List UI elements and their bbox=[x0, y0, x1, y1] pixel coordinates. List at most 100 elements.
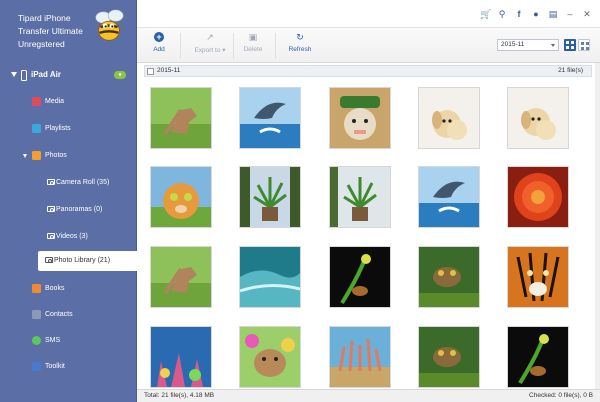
delete-label: Delete bbox=[243, 46, 263, 53]
photo-thumbnail[interactable] bbox=[150, 87, 212, 149]
sidebar-item-playlists[interactable]: Playlists bbox=[0, 118, 137, 140]
photo-thumbnail[interactable] bbox=[239, 246, 301, 308]
playlist-icon bbox=[32, 124, 41, 133]
feedback-icon[interactable]: ▤ bbox=[548, 9, 558, 19]
photo-thumbnail[interactable] bbox=[239, 87, 301, 149]
sidebar-item-label: Media bbox=[45, 98, 65, 105]
toolkit-icon bbox=[32, 362, 41, 371]
minimize-icon[interactable]: – bbox=[565, 9, 575, 19]
toolbar-divider bbox=[233, 33, 234, 59]
photo-thumbnail[interactable] bbox=[507, 326, 569, 388]
brand-text: Tipard iPhone Transfer Ultimate Unregste… bbox=[18, 12, 83, 51]
group-date: 2015-11 bbox=[157, 67, 181, 74]
sidebar-item-label: Contacts bbox=[45, 311, 73, 318]
sidebar-item-videos[interactable]: Videos (3) bbox=[0, 226, 137, 248]
photo-thumbnail[interactable] bbox=[329, 166, 391, 228]
photo-thumbnail[interactable] bbox=[507, 87, 569, 149]
export-label: Export to bbox=[194, 47, 221, 54]
sidebar-item-label: Photos bbox=[45, 152, 67, 159]
sidebar-item-toolkit[interactable]: Toolkit bbox=[0, 356, 137, 378]
registration-status[interactable]: Unregstered bbox=[18, 38, 83, 51]
device-badge-icon: ● bbox=[114, 71, 126, 79]
expand-arrow-icon[interactable] bbox=[23, 154, 27, 158]
sidebar-item-sms[interactable]: SMS bbox=[0, 330, 137, 352]
sidebar-item-label: Videos (3) bbox=[56, 233, 88, 240]
camera-icon bbox=[47, 233, 55, 239]
chat-icon[interactable]: ● bbox=[531, 9, 541, 19]
plus-icon: + bbox=[154, 32, 164, 42]
app-name-line1: Tipard iPhone bbox=[18, 13, 71, 23]
photos-icon bbox=[32, 151, 41, 160]
toolbar-divider bbox=[180, 33, 181, 59]
photo-thumbnail[interactable] bbox=[418, 246, 480, 308]
toolbar-divider bbox=[275, 33, 276, 59]
export-button[interactable]: ↗ Export to ▾ bbox=[190, 31, 230, 61]
sidebar-item-label: SMS bbox=[45, 337, 61, 344]
app-name-line2: Transfer Ultimate bbox=[18, 26, 83, 36]
photo-thumbnail[interactable] bbox=[507, 166, 569, 228]
photo-thumbnail[interactable] bbox=[239, 166, 301, 228]
facebook-icon[interactable]: f bbox=[514, 9, 524, 19]
sidebar-item-label: Books bbox=[45, 285, 65, 292]
export-icon: ↗ bbox=[206, 32, 214, 42]
sidebar-item-camera-roll[interactable]: Camera Roll (35) bbox=[0, 172, 137, 194]
photo-thumbnail[interactable] bbox=[329, 87, 391, 149]
sidebar-item-media[interactable]: Media bbox=[0, 91, 137, 113]
photo-thumbnail[interactable] bbox=[418, 166, 480, 228]
photo-thumbnail[interactable] bbox=[418, 87, 480, 149]
sidebar-item-photo-library[interactable]: Photo Library (21) bbox=[38, 251, 137, 271]
device-name: iPad Air bbox=[31, 70, 61, 79]
group-header: 2015-11 21 file(s) bbox=[144, 65, 592, 77]
sms-icon bbox=[32, 336, 41, 345]
sidebar-item-contacts[interactable]: Contacts bbox=[0, 304, 137, 326]
group-count: 21 file(s) bbox=[558, 67, 583, 74]
camera-icon bbox=[47, 206, 55, 212]
grid-view-icon[interactable] bbox=[564, 39, 576, 51]
refresh-button[interactable]: ↻ Refresh bbox=[285, 31, 315, 61]
date-filter-select[interactable]: 2015-11 bbox=[497, 39, 559, 51]
title-bar-icons: 🛒 ⚲ f ● ▤ – ✕ bbox=[480, 8, 592, 20]
sidebar-item-label: Camera Roll (35) bbox=[56, 179, 110, 186]
camera-icon bbox=[47, 179, 55, 185]
status-bar: Total: 21 file(s), 4.18 MB Checked: 0 fi… bbox=[137, 389, 600, 402]
photo-thumbnail[interactable] bbox=[507, 246, 569, 308]
title-bar: 🛒 ⚲ f ● ▤ – ✕ bbox=[137, 0, 600, 28]
collapse-arrow-icon[interactable] bbox=[11, 72, 17, 77]
refresh-label: Refresh bbox=[288, 46, 312, 53]
close-icon[interactable]: ✕ bbox=[582, 9, 592, 19]
checked-status: Checked: 0 file(s), 0 B bbox=[529, 392, 593, 399]
sidebar: Tipard iPhone Transfer Ultimate Unregste… bbox=[0, 0, 137, 402]
device-row[interactable]: iPad Air ● bbox=[0, 64, 137, 88]
sidebar-item-label: Panoramas (0) bbox=[56, 206, 103, 213]
photo-thumbnail[interactable] bbox=[150, 246, 212, 308]
sidebar-item-books[interactable]: Books bbox=[0, 278, 137, 300]
trash-icon: ▣ bbox=[248, 32, 258, 42]
sidebar-item-panoramas[interactable]: Panoramas (0) bbox=[0, 199, 137, 221]
cart-icon[interactable]: 🛒 bbox=[480, 9, 491, 19]
delete-button[interactable]: ▣ Delete bbox=[242, 31, 264, 61]
add-label: Add bbox=[153, 46, 165, 53]
brand: Tipard iPhone Transfer Ultimate Unregste… bbox=[0, 0, 137, 62]
sidebar-item-label: Playlists bbox=[45, 125, 71, 132]
toolbar: + Add ↗ Export to ▾ ▣ Delete ↻ Refresh 2… bbox=[137, 28, 600, 63]
photo-thumbnail[interactable] bbox=[239, 326, 301, 388]
scrollbar[interactable] bbox=[595, 63, 600, 389]
camera-icon bbox=[45, 257, 53, 263]
photo-thumbnail[interactable] bbox=[150, 326, 212, 388]
sidebar-item-label: Photo Library (21) bbox=[54, 257, 111, 264]
sidebar-item-photos[interactable]: Photos bbox=[0, 145, 137, 167]
photo-thumbnail[interactable] bbox=[418, 326, 480, 388]
key-icon[interactable]: ⚲ bbox=[497, 9, 507, 19]
list-view-icon[interactable] bbox=[578, 39, 590, 51]
main-panel: 🛒 ⚲ f ● ▤ – ✕ + Add ↗ Export to ▾ ▣ Dele… bbox=[137, 0, 600, 402]
select-all-checkbox[interactable] bbox=[147, 67, 154, 75]
sidebar-item-label: Toolkit bbox=[45, 363, 65, 370]
photo-thumbnail[interactable] bbox=[150, 166, 212, 228]
photo-grid bbox=[137, 80, 600, 388]
dropdown-arrow-icon: ▾ bbox=[220, 47, 226, 54]
add-button[interactable]: + Add bbox=[148, 31, 170, 61]
contacts-icon bbox=[32, 310, 41, 319]
ipad-icon bbox=[21, 70, 27, 81]
photo-thumbnail[interactable] bbox=[329, 246, 391, 308]
photo-thumbnail[interactable] bbox=[329, 326, 391, 388]
